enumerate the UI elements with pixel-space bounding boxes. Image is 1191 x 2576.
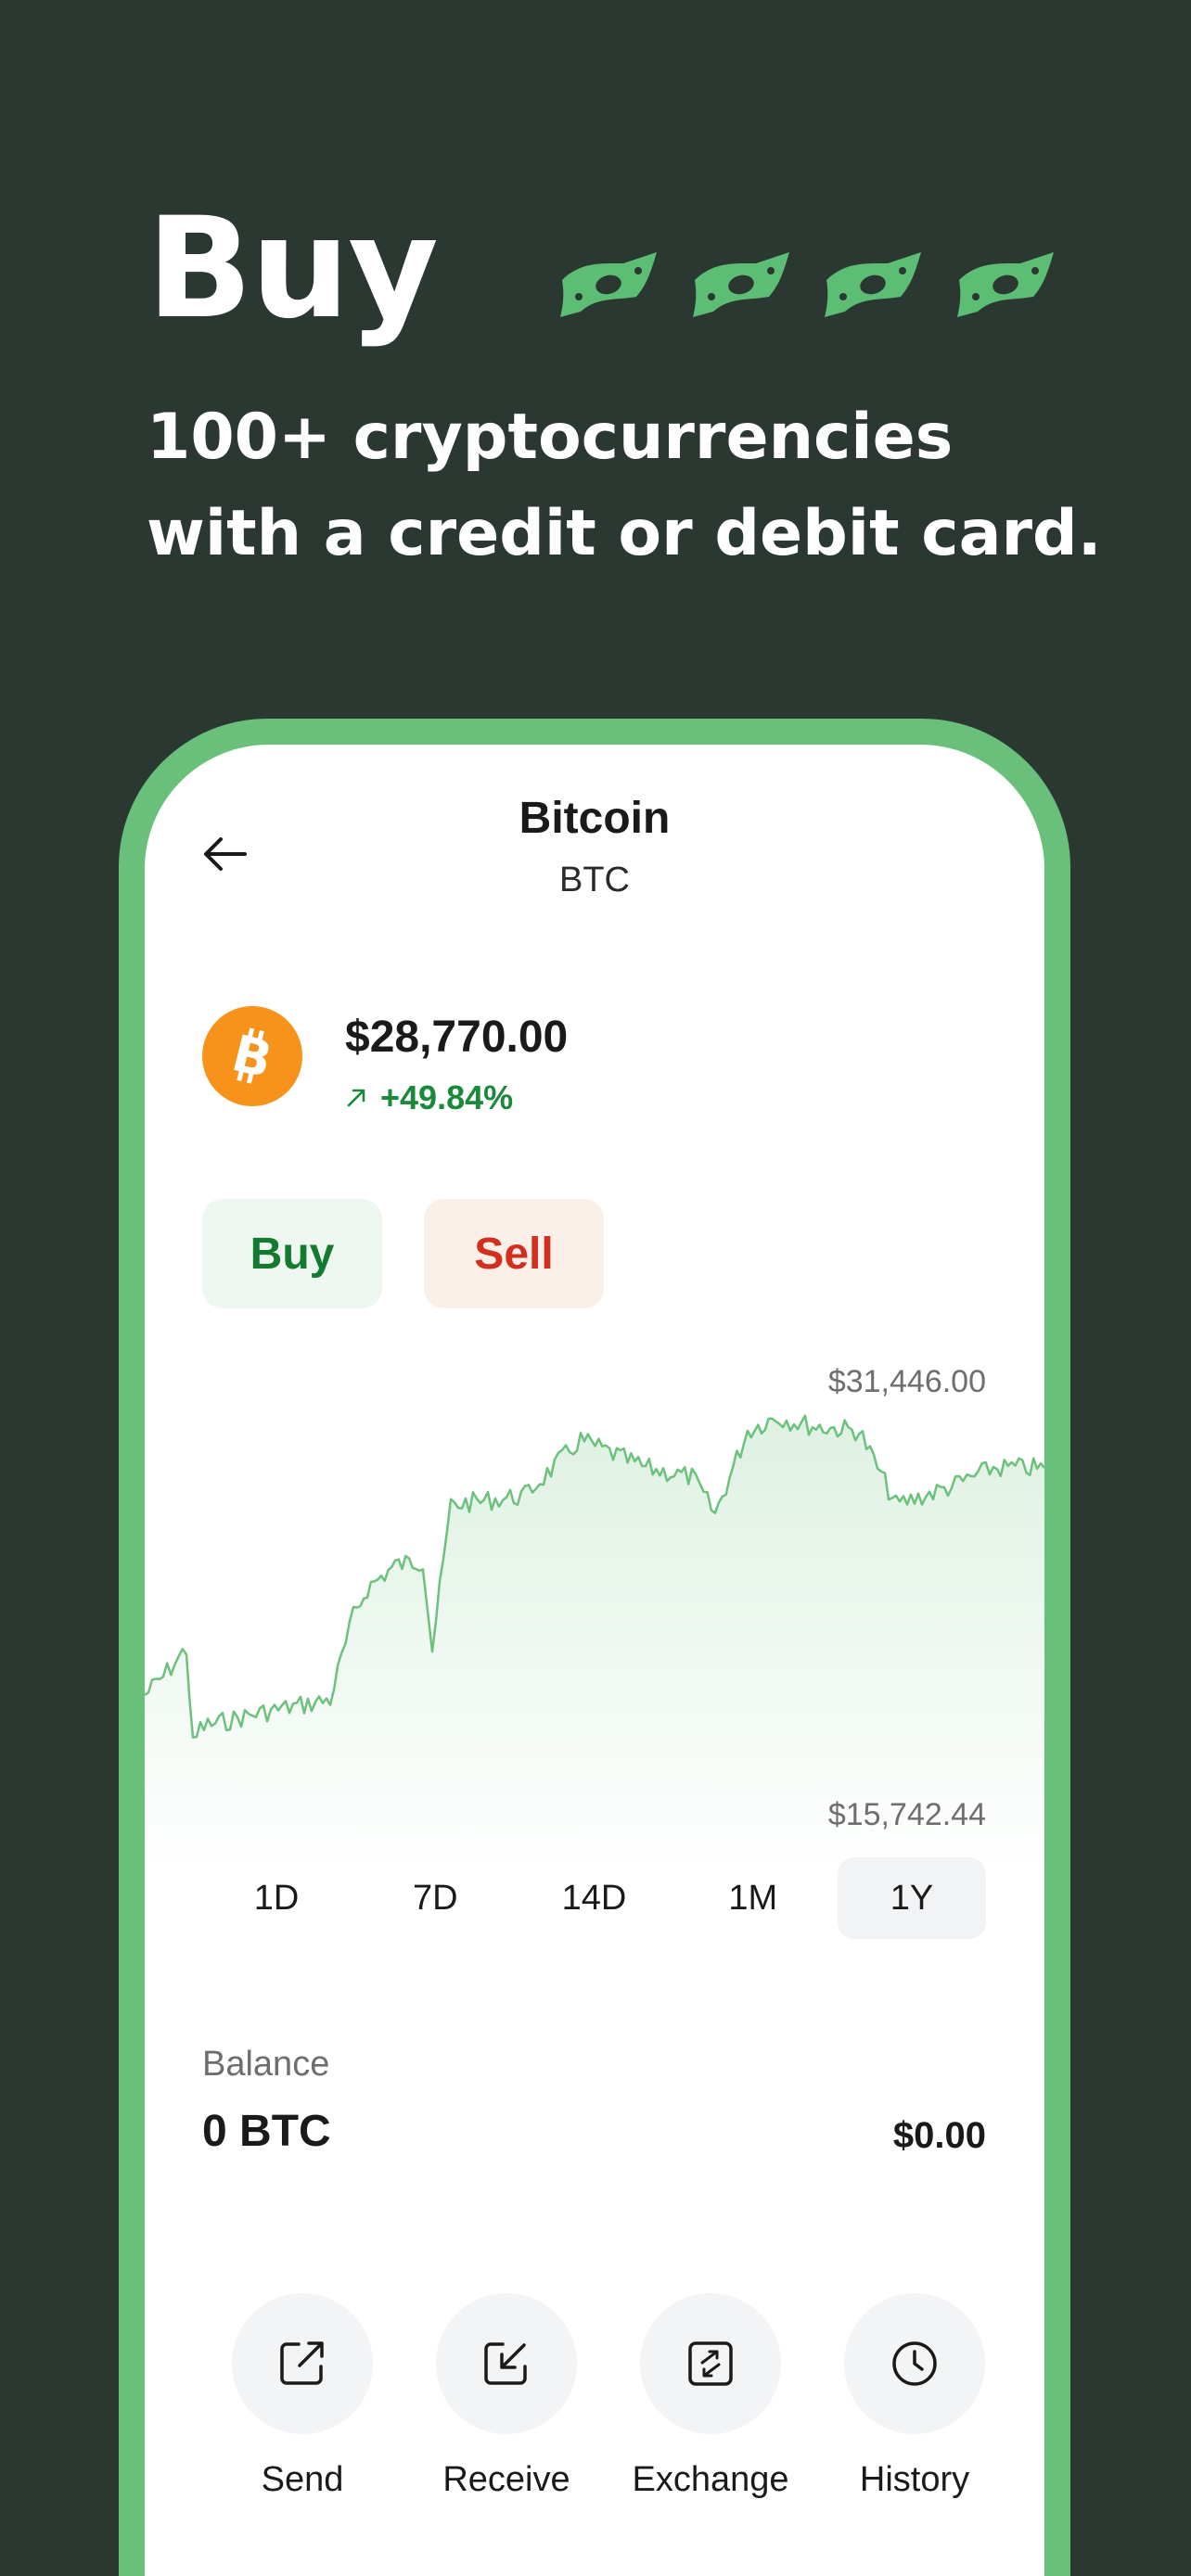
exchange-label: Exchange bbox=[632, 2460, 789, 2499]
cash-icon bbox=[692, 252, 789, 317]
period-tab-7d[interactable]: 7D bbox=[361, 1857, 509, 1939]
bitcoin-icon: B bbox=[226, 1026, 277, 1087]
buy-button[interactable]: Buy bbox=[202, 1199, 382, 1308]
hero-subtitle: 100+ cryptocurrencies with a credit or d… bbox=[147, 389, 1130, 582]
period-tab-14d[interactable]: 14D bbox=[520, 1857, 669, 1939]
send-icon bbox=[280, 2341, 324, 2385]
exchange-button[interactable]: Exchange bbox=[618, 2293, 803, 2500]
chart-min-label: $15,742.44 bbox=[827, 1797, 986, 1832]
receive-button-circle[interactable] bbox=[436, 2293, 577, 2434]
hero-subtitle-line: 100+ cryptocurrencies bbox=[147, 401, 954, 474]
period-tab-1d[interactable]: 1D bbox=[202, 1857, 351, 1939]
exchange-icon bbox=[688, 2341, 733, 2386]
price-change-value: +49.84% bbox=[380, 1078, 514, 1116]
balance-amount: 0 BTC bbox=[202, 2107, 331, 2156]
cash-icon bbox=[560, 252, 657, 317]
period-selector: 1D 7D 14D 1M 1Y bbox=[202, 1857, 986, 1939]
send-label: Send bbox=[261, 2460, 344, 2499]
history-label: History bbox=[859, 2460, 970, 2499]
cash-icon bbox=[825, 252, 922, 317]
history-button-circle[interactable] bbox=[844, 2293, 985, 2434]
balance-fiat: $0.00 bbox=[892, 2115, 986, 2156]
sell-button[interactable]: Sell bbox=[424, 1199, 604, 1308]
hero-subtitle-line: with a credit or debit card. bbox=[147, 497, 1102, 570]
hero-title: Buy bbox=[147, 188, 439, 350]
page-title: Bitcoin bbox=[519, 794, 671, 843]
period-tab-1m[interactable]: 1M bbox=[679, 1857, 827, 1939]
history-icon bbox=[892, 2341, 937, 2386]
phone-frame: Bitcoin BTC B $28,770.00 +49.84% Buy Sel… bbox=[119, 719, 1070, 2576]
price-chart bbox=[145, 1414, 1044, 1876]
cash-decoration bbox=[557, 243, 1057, 326]
action-bar: Send Receive Exchange History bbox=[210, 2293, 1007, 2500]
coin-detail-screen: Bitcoin BTC B $28,770.00 +49.84% Buy Sel… bbox=[145, 745, 1044, 2576]
exchange-button-circle[interactable] bbox=[640, 2293, 781, 2434]
period-tab-1y[interactable]: 1Y bbox=[838, 1857, 986, 1939]
history-button[interactable]: History bbox=[822, 2293, 1007, 2500]
trend-up-icon bbox=[347, 1089, 365, 1107]
bitcoin-logo: B bbox=[202, 1006, 302, 1106]
receive-label: Receive bbox=[442, 2460, 570, 2499]
coin-price: $28,770.00 bbox=[345, 1013, 569, 1062]
page-subtitle: BTC bbox=[559, 861, 630, 899]
cash-icon bbox=[956, 252, 1054, 317]
balance-label: Balance bbox=[202, 2045, 330, 2084]
send-button-circle[interactable] bbox=[232, 2293, 373, 2434]
receive-icon bbox=[484, 2342, 527, 2385]
price-change: +49.84% bbox=[345, 1078, 513, 1117]
receive-button[interactable]: Receive bbox=[414, 2293, 599, 2500]
send-button[interactable]: Send bbox=[210, 2293, 395, 2500]
